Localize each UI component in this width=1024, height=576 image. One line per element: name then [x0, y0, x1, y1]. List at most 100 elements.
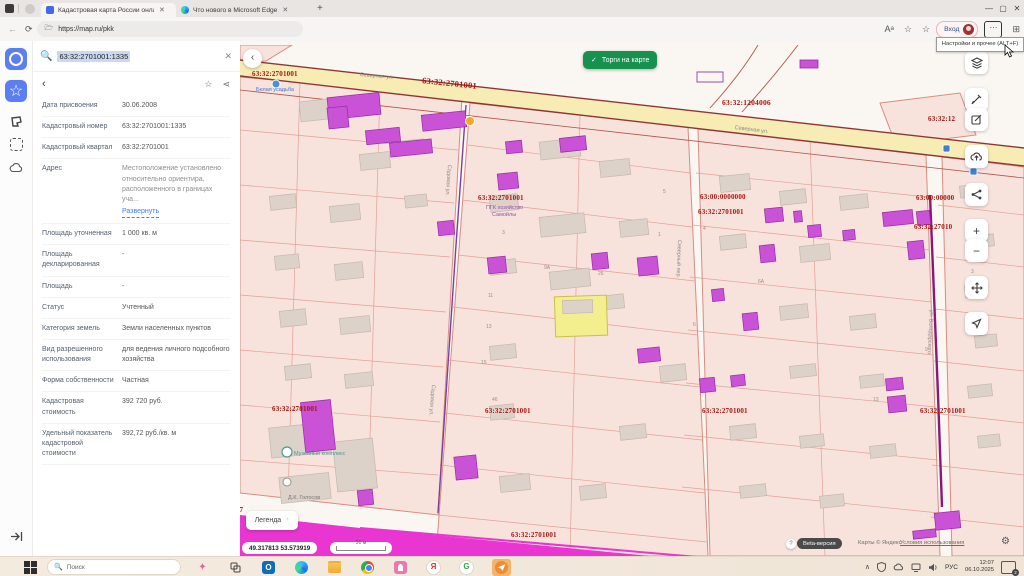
layers-button[interactable] [965, 51, 988, 74]
field-row: Площадь декларированная- [42, 245, 230, 276]
map-canvas[interactable]: 63:32:270100163:32:270100163:32:12040066… [240, 41, 1024, 556]
tab-close-icon[interactable]: ✕ [282, 6, 288, 14]
upload-button[interactable] [965, 145, 988, 168]
signin-button[interactable]: Вход [936, 21, 978, 38]
read-aloud-icon[interactable]: Aᵃ [885, 24, 894, 34]
field-label: Удельный показатель кадастровой стоимост… [42, 429, 116, 459]
map-graphics [240, 45, 1024, 556]
taskbar-clock[interactable]: 12:07 06.10.2025 [965, 560, 994, 574]
scale-bar: 50 м [330, 542, 392, 554]
capital-construction-object [742, 312, 759, 330]
file-explorer-icon[interactable] [327, 560, 342, 575]
clear-search-icon[interactable]: ✕ [224, 51, 232, 62]
legend-button[interactable]: Легенда ⌃ [246, 511, 298, 530]
field-row: Вид разрешенного использованиядля ведени… [42, 340, 230, 371]
edge-icon[interactable] [294, 560, 309, 575]
building-footprint [849, 314, 876, 331]
notification-center-icon[interactable]: 2 [1001, 561, 1016, 574]
coordinates-readout: 49.317813 53.573919 [242, 542, 317, 554]
address-bar[interactable]: 🗁 https://map.ru/pkk [37, 21, 303, 37]
building-footprint [719, 173, 751, 192]
building-footprint [499, 473, 531, 492]
cloud-icon[interactable] [5, 157, 27, 179]
tab-cadastral-map[interactable]: Кадастровая карта России онла ✕ [41, 3, 176, 17]
browser-logo-icon[interactable] [25, 4, 35, 14]
search-input-value[interactable]: 63:32:2701001:1335 [57, 51, 130, 62]
onedrive-icon[interactable] [893, 563, 904, 571]
building-footprint [799, 243, 831, 262]
map-back-button[interactable]: ‹ [243, 49, 262, 68]
zoom-out-button[interactable]: − [965, 239, 988, 262]
volume-icon[interactable] [928, 563, 938, 572]
edge-favicon [181, 6, 189, 14]
search-bar[interactable]: 🔍 63:32:2701001:1335 ✕ [32, 41, 240, 72]
mapru-favicon [46, 6, 54, 14]
building-footprint [839, 194, 868, 211]
capital-construction-object [327, 106, 349, 129]
refresh-icon[interactable]: ⟳ [25, 24, 33, 35]
field-row: Дата присвоения30.06.2008 [42, 96, 230, 117]
pink-app-icon[interactable] [393, 560, 408, 575]
bookmark-icon[interactable]: ☆ [204, 79, 212, 90]
terms-link[interactable]: Условия использования [900, 540, 964, 546]
capital-construction-object [759, 244, 776, 262]
keyboard-language[interactable]: РУС [945, 564, 958, 571]
field-label: Площадь уточненная [42, 229, 116, 239]
torgi-map-button[interactable]: ✓ Торги на карте [583, 51, 657, 69]
help-button[interactable]: ? [786, 539, 796, 549]
collapse-panel-icon[interactable] [5, 525, 27, 547]
workspace-icon[interactable] [5, 4, 14, 13]
avatar [963, 24, 974, 35]
outlook-icon[interactable]: O [261, 560, 276, 575]
new-tab-button[interactable]: + [317, 3, 323, 14]
building-footprint [599, 158, 631, 177]
settings-menu-button[interactable]: ··· [984, 21, 1002, 38]
locate-button[interactable] [965, 312, 988, 335]
pan-button[interactable] [965, 276, 988, 299]
favorite-star-icon[interactable]: ☆ [904, 24, 912, 35]
chrome-icon[interactable] [360, 560, 375, 575]
taskbar-search[interactable]: 🔍 Поиск [47, 559, 181, 575]
edit-button[interactable] [965, 108, 988, 131]
favorites-rail-button[interactable]: ☆ [5, 80, 27, 102]
mouse-cursor [1004, 44, 1014, 58]
capital-construction-object [487, 256, 507, 274]
start-button[interactable] [24, 561, 37, 574]
g-app-icon[interactable]: G [459, 560, 474, 575]
building-footprint [819, 494, 844, 508]
map-attribution: Карты © Яндекс [858, 540, 902, 546]
map-settings-icon[interactable]: ⚙ [1001, 536, 1010, 547]
building-footprint [549, 268, 591, 290]
tab-edge-whats-new[interactable]: Что нового в Microsoft Edge ✕ [176, 3, 311, 17]
task-view-icon[interactable] [228, 560, 243, 575]
minimize-button[interactable]: — [982, 3, 996, 15]
network-icon[interactable] [911, 563, 921, 572]
shield-icon[interactable] [877, 562, 886, 572]
sidebar-toggle-icon[interactable]: ⊞ [1012, 24, 1020, 35]
building-footprint [329, 203, 361, 222]
tray-expand-icon[interactable]: ∧ [865, 563, 870, 571]
map-share-button[interactable] [965, 183, 988, 206]
panel-back-icon[interactable]: ‹ [42, 78, 46, 90]
close-button[interactable]: ✕ [1010, 3, 1024, 15]
back-icon[interactable]: ← [8, 24, 17, 34]
share-icon[interactable]: ⋖ [222, 79, 230, 90]
building-footprint [779, 189, 806, 206]
yandex-browser-icon[interactable]: Я [426, 560, 441, 575]
search-icon: 🔍 [54, 563, 63, 571]
copilot-icon[interactable]: ✦ [195, 560, 210, 575]
collections-icon[interactable]: ☆ [922, 24, 930, 35]
maximize-button[interactable]: ▢ [996, 3, 1010, 15]
capital-construction-object [843, 229, 856, 240]
area-select-icon[interactable] [5, 133, 27, 155]
app-logo[interactable] [5, 48, 27, 70]
tab-close-icon[interactable]: ✕ [159, 6, 165, 14]
field-value: Земли населенных пунктов [116, 324, 211, 334]
field-row: Удельный показатель кадастровой стоимост… [42, 424, 230, 465]
tab-title: Что нового в Microsoft Edge [193, 7, 277, 14]
capital-construction-object [505, 140, 522, 154]
active-messenger-icon[interactable] [492, 559, 511, 576]
capital-construction-object [300, 400, 335, 453]
expand-link[interactable]: Развернуть [122, 207, 159, 218]
polygon-select-icon[interactable] [5, 110, 27, 132]
